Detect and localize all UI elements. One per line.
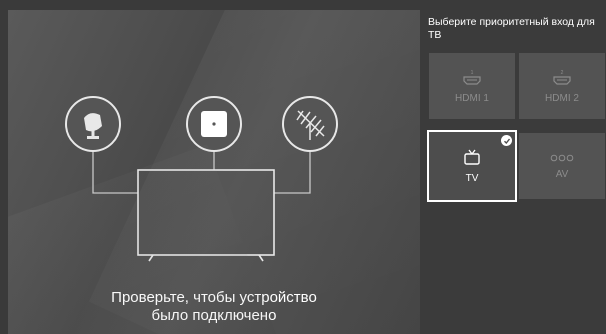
panel-title: Выберите приоритетный вход для ТВ [428,16,595,41]
caption-line-1: Проверьте, чтобы устройство [111,289,317,306]
input-tv-label: TV [465,172,479,184]
input-av-label: AV [555,168,569,180]
input-hdmi1-label: HDMI 1 [455,92,489,104]
input-hdmi2-label: HDMI 2 [545,92,579,104]
satellite-dish-icon [65,96,121,152]
svg-text:1: 1 [471,70,474,76]
set-top-box-icon [186,96,242,152]
hdmi-icon: 1 [463,70,481,85]
checkmark-icon [501,135,512,146]
input-av-tile[interactable]: AV [519,133,605,199]
connection-hint: Проверьте, чтобы устройство было подключ… [8,289,420,325]
input-tv-tile[interactable]: TV [427,130,517,202]
connection-illustration [65,96,338,262]
tv-screen [137,169,275,262]
hdmi-icon: 2 [553,70,571,85]
av-icon [550,154,574,161]
input-hdmi2-tile[interactable]: 2 HDMI 2 [519,53,605,119]
caption-line-2: было подключено [151,307,277,324]
tv-icon [464,149,480,165]
input-selector-panel: Выберите приоритетный вход для ТВ 1 HDMI… [420,10,606,334]
input-hdmi1-tile[interactable]: 1 HDMI 1 [429,53,515,119]
antenna-icon [282,96,338,152]
svg-text:2: 2 [561,70,564,76]
illustration-panel: Проверьте, чтобы устройство было подключ… [8,10,420,334]
